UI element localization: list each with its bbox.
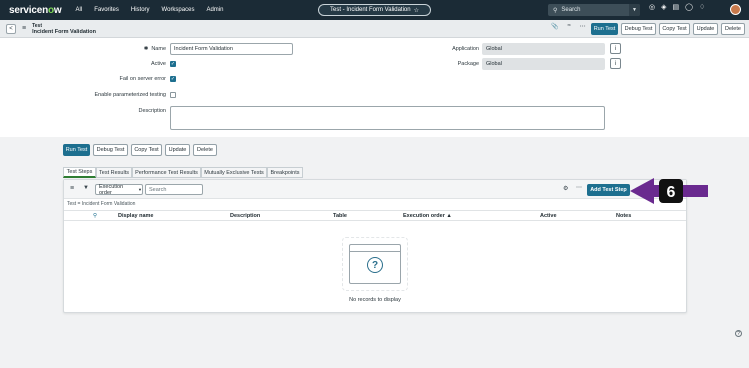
help-icon[interactable]: ◯ [685, 3, 693, 11]
column-headers: ⚲ Display name Description Table Executi… [64, 210, 686, 221]
global-search-input[interactable]: Search [561, 7, 580, 13]
no-records-message: No records to display [349, 297, 401, 303]
col-table[interactable]: Table [333, 213, 347, 219]
search-icon: ⚲ [553, 7, 558, 14]
col-notes[interactable]: Notes [616, 213, 631, 219]
servicenow-logo[interactable]: servicenow [9, 5, 62, 16]
active-checkbox[interactable]: ✓ [170, 61, 176, 67]
empty-state-illustration: ? [349, 244, 401, 284]
header-icons: 📎 ≈ ⋯ [551, 23, 586, 30]
nav-favorites[interactable]: Favorites [94, 7, 119, 13]
list-search-input[interactable]: Search [145, 184, 203, 195]
copy-test-button[interactable]: Copy Test [131, 144, 162, 156]
list-menu-icon[interactable]: ≡ [70, 185, 74, 192]
application-field: Global [482, 43, 605, 55]
chat-icon[interactable]: ▤ [673, 3, 680, 11]
chevron-down-icon[interactable]: ▼ [629, 4, 640, 16]
window-bar [350, 245, 400, 252]
bell-icon[interactable]: ♢ [699, 3, 705, 11]
nav-menu: All Favorites History Workspaces Admin [76, 7, 224, 13]
col-description[interactable]: Description [230, 213, 260, 219]
fail-on-server-error-checkbox[interactable]: ✓ [170, 76, 176, 82]
parameterized-label: Enable parameterized testing [94, 92, 166, 98]
globe-icon[interactable]: ◎ [649, 3, 655, 11]
tab-test-results[interactable]: Test Results [96, 167, 132, 178]
context-title: Test - Incident Form Validation [330, 7, 411, 13]
package-field: Global [482, 58, 605, 70]
global-search[interactable]: ⚲ Search ▼ [548, 4, 640, 16]
fail-on-server-error-label: Fail on server error [119, 76, 166, 82]
run-test-button[interactable]: Run Test [63, 144, 90, 156]
chevron-down-icon: ▼ [138, 187, 142, 192]
debug-test-button[interactable]: Debug Test [93, 144, 128, 156]
question-icon: ? [367, 257, 383, 273]
step-number: 6 [667, 184, 676, 201]
context-title-pill[interactable]: Test - Incident Form Validation ☆ [318, 4, 431, 16]
scope-icon[interactable]: ◈ [661, 3, 666, 11]
active-label: Active [151, 61, 166, 67]
name-label: ✱ Name [143, 46, 166, 52]
package-info-button[interactable]: i [610, 58, 621, 69]
tab-mutually-exclusive-tests[interactable]: Mutually Exclusive Tests [201, 167, 267, 178]
filter-icon[interactable]: ▼ [83, 185, 89, 191]
description-field[interactable] [170, 106, 605, 130]
application-label: Application [452, 46, 479, 52]
description-label: Description [138, 108, 166, 114]
tab-performance-test-results[interactable]: Performance Test Results [132, 167, 201, 178]
nav-admin[interactable]: Admin [206, 7, 223, 13]
back-button[interactable]: < [6, 23, 16, 34]
header-update-button[interactable]: Update [693, 23, 718, 35]
callout-arrow: 6 [630, 178, 708, 204]
test-steps-list: ≡ ▼ Execution order ▼ Search ⚙ ⋯ Test = I… [63, 179, 687, 313]
application-info-button[interactable]: i [610, 43, 621, 54]
header-debug-test-button[interactable]: Debug Test [621, 23, 656, 35]
nav-all[interactable]: All [76, 7, 83, 13]
required-marker: ✱ [143, 46, 149, 52]
col-display-name[interactable]: Display name [118, 213, 153, 219]
delete-button[interactable]: Delete [193, 144, 217, 156]
nav-workspaces[interactable]: Workspaces [162, 7, 195, 13]
header-copy-test-button[interactable]: Copy Test [659, 23, 690, 35]
col-execution-order[interactable]: Execution order ▲ [403, 213, 452, 219]
add-test-step-button[interactable]: Add Test Step [587, 184, 630, 196]
more-icon[interactable]: ⋯ [580, 23, 586, 30]
nav-icons: ◎ ◈ ▤ ◯ ♢ [649, 3, 705, 11]
search-icon[interactable]: ⚲ [93, 213, 97, 219]
help-icon[interactable]: ? [735, 330, 742, 337]
attachment-icon[interactable]: 📎 [551, 23, 558, 30]
filter-breadcrumb[interactable]: Test = Incident Form Validation [64, 199, 686, 209]
user-avatar[interactable] [730, 4, 741, 15]
form-title: Test Incident Form Validation [32, 23, 96, 35]
update-button[interactable]: Update [165, 144, 190, 156]
tab-breakpoints[interactable]: Breakpoints [267, 167, 303, 178]
more-icon[interactable]: ⋯ [576, 184, 582, 191]
star-icon[interactable]: ☆ [414, 7, 419, 14]
menu-icon[interactable]: ≡ [22, 25, 26, 32]
nav-history[interactable]: History [131, 7, 150, 13]
parameterized-checkbox[interactable] [170, 92, 176, 98]
package-label: Package [457, 61, 479, 67]
gear-icon[interactable]: ⚙ [563, 185, 568, 192]
header-delete-button[interactable]: Delete [721, 23, 745, 35]
form-record-name: Incident Form Validation [32, 28, 96, 35]
header-run-test-button[interactable]: Run Test [591, 23, 618, 35]
settings-icon[interactable]: ≈ [567, 23, 570, 30]
sort-select[interactable]: Execution order ▼ [95, 184, 143, 196]
tab-test-steps[interactable]: Test Steps [63, 167, 96, 178]
top-navigation: servicenow All Favorites History Workspa… [0, 0, 749, 20]
col-active[interactable]: Active [540, 213, 557, 219]
name-field[interactable]: Incident Form Validation [170, 43, 293, 55]
